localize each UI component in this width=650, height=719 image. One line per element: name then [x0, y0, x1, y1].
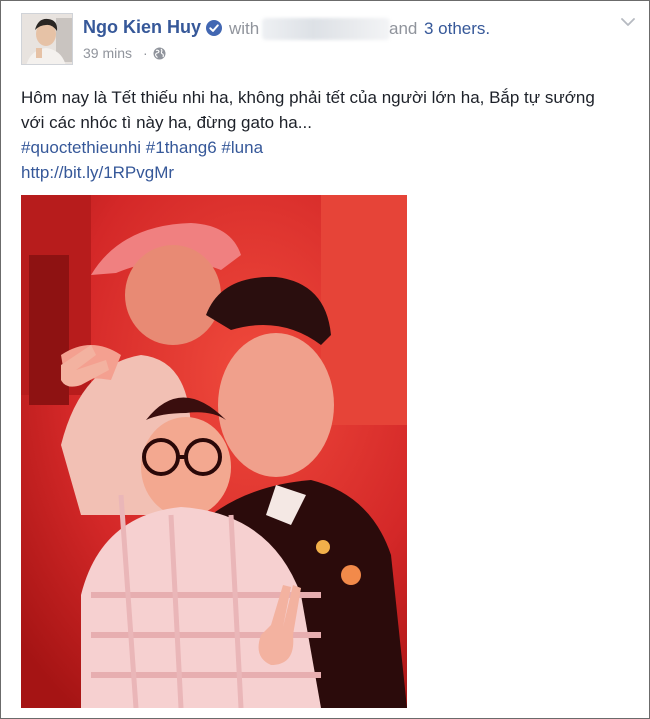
and-label: and	[389, 19, 418, 38]
avatar-image	[22, 14, 72, 64]
post-card: Ngo Kien Huy with and 3 others. 39 mins …	[0, 0, 650, 719]
photo-image	[21, 195, 407, 708]
tagged-person-redacted	[262, 18, 390, 40]
author-name[interactable]: Ngo Kien Huy	[83, 17, 201, 38]
author-avatar[interactable]	[21, 13, 73, 65]
meta-separator: ·	[143, 45, 148, 61]
with-label: with	[229, 19, 260, 38]
shared-link[interactable]: http://bit.ly/1RPvgMr	[21, 160, 174, 185]
globe-icon[interactable]	[153, 47, 166, 60]
hashtag-link[interactable]: #quoctethieunhi	[21, 138, 141, 157]
verified-badge-icon	[206, 20, 222, 36]
post-photo[interactable]	[21, 195, 407, 708]
post-message: Hôm nay là Tết thiếu nhi ha, không phải …	[21, 88, 595, 132]
hashtag-link[interactable]: #luna	[221, 138, 263, 157]
post-timestamp[interactable]: 39 mins	[83, 45, 132, 61]
others-link[interactable]: 3 others.	[424, 19, 490, 39]
hashtag-list: #quoctethieunhi #1thang6 #luna	[21, 135, 263, 160]
chevron-down-icon[interactable]	[621, 17, 635, 27]
hashtag-link[interactable]: #1thang6	[146, 138, 217, 157]
